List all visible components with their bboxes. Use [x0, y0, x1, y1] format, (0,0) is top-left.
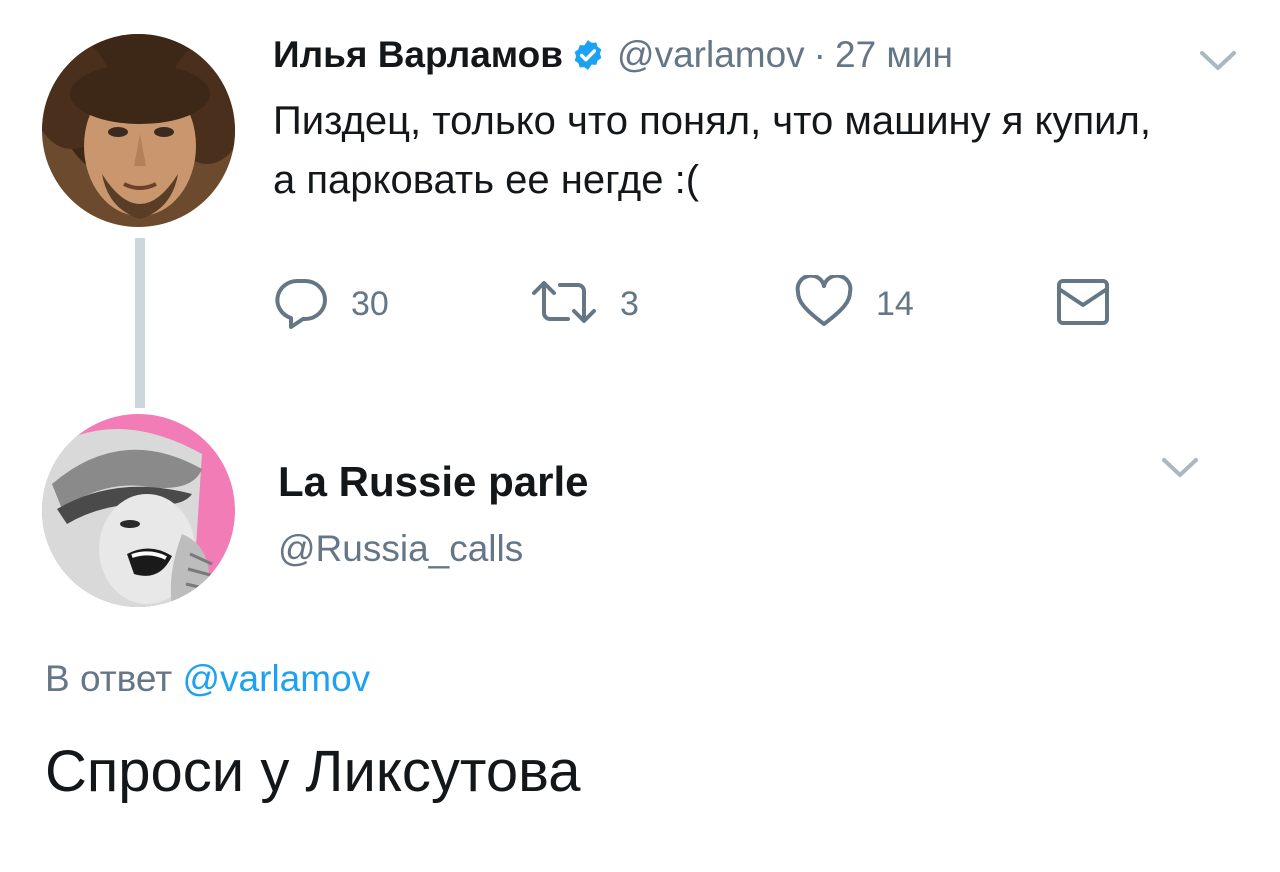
reply-author-avatar-photo [42, 414, 235, 607]
reply-to-line: В ответ @varlamov [45, 658, 370, 700]
heart-icon [794, 273, 854, 334]
reply-icon [273, 275, 329, 334]
reply-action[interactable]: 30 [273, 276, 389, 332]
like-action[interactable]: 14 [794, 273, 914, 334]
reply-author-handle[interactable]: @Russia_calls [278, 528, 523, 570]
tweet-text: Пиздец, только что понял, что машину я к… [273, 99, 1151, 202]
tweet-timestamp[interactable]: 27 мин [835, 34, 953, 76]
tweet-header: Илья Варламов @varlamov · 27 мин [273, 30, 953, 80]
reply-author-avatar[interactable] [42, 414, 235, 607]
author-display-name[interactable]: Илья Варламов [273, 34, 563, 76]
author-avatar-photo [42, 34, 235, 227]
verified-badge-icon [571, 38, 605, 72]
reply-count: 30 [351, 284, 389, 323]
retweet-icon [530, 275, 598, 334]
chevron-down-icon[interactable] [1196, 45, 1240, 75]
reply-to-mention[interactable]: @varlamov [183, 658, 371, 699]
retweet-action[interactable]: 3 [530, 276, 639, 332]
author-avatar[interactable] [42, 34, 235, 227]
chevron-down-icon[interactable] [1158, 452, 1202, 482]
retweet-count: 3 [620, 284, 639, 323]
author-handle[interactable]: @varlamov [617, 34, 805, 76]
like-count: 14 [876, 284, 914, 323]
reply-to-prefix: В ответ [45, 658, 173, 699]
reply-author-display-name[interactable]: La Russie parle [278, 458, 588, 506]
thread-line [135, 238, 145, 408]
envelope-icon [1055, 275, 1111, 334]
direct-message-action[interactable] [1055, 276, 1111, 332]
reply-tweet-text: Спроси у Ликсутова [45, 739, 581, 804]
time-separator: · [813, 34, 826, 75]
